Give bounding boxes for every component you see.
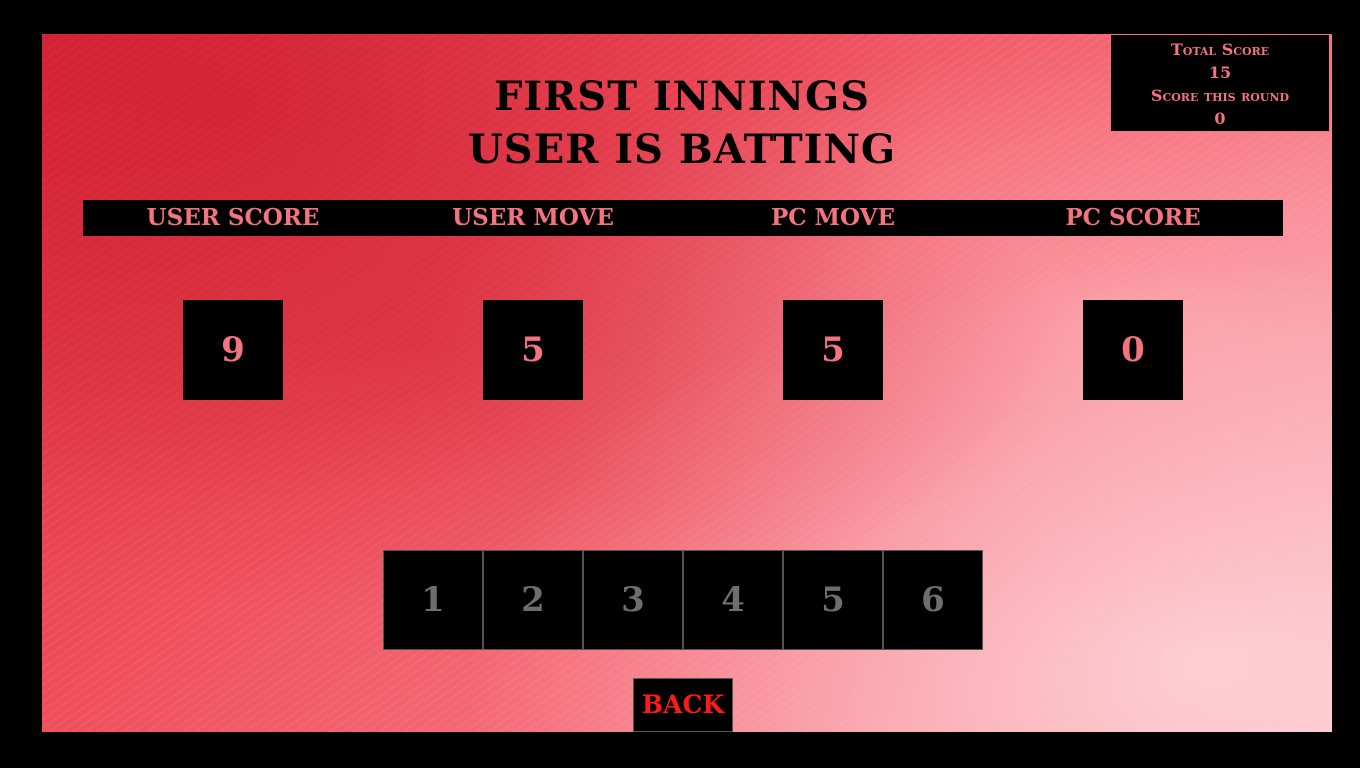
pc-move-header: PC MOVE [770,204,896,231]
score-panel: Total Score 15 Score this round 0 [1110,34,1330,132]
pc-move-value: 5 [783,300,883,400]
move-button-5[interactable]: 5 [783,550,883,650]
total-score-value: 15 [1208,63,1232,82]
game-window: FIRST INNINGS USER IS BATTING Total Scor… [0,0,1360,768]
scoreboard-header: USER SCORE USER MOVE PC MOVE PC SCORE [83,200,1283,236]
round-score-value: 0 [1214,109,1226,128]
move-button-1[interactable]: 1 [383,550,483,650]
move-button-6[interactable]: 6 [883,550,983,650]
total-score-label: Total Score [1170,40,1270,59]
pc-score-header: PC SCORE [1065,204,1201,231]
user-score-header: USER SCORE [146,204,320,231]
user-move-value: 5 [483,300,583,400]
round-score-label: Score this round [1150,86,1290,105]
pc-score-value: 0 [1083,300,1183,400]
move-button-3[interactable]: 3 [583,550,683,650]
move-button-2[interactable]: 2 [483,550,583,650]
move-button-4[interactable]: 4 [683,550,783,650]
move-buttons: 1 2 3 4 5 6 [383,550,983,650]
back-button[interactable]: BACK [633,678,733,732]
user-move-header: USER MOVE [452,204,614,231]
game-canvas: FIRST INNINGS USER IS BATTING Total Scor… [42,34,1332,732]
user-score-value: 9 [183,300,283,400]
